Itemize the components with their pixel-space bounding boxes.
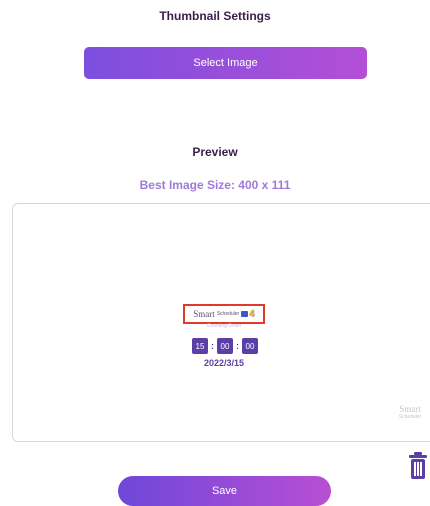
select-image-button[interactable]: Select Image: [84, 47, 367, 79]
logo-subtitle: Counting Down: [206, 323, 242, 329]
timer-hours: 15: [192, 338, 208, 354]
countdown-date: 2022/3/15: [203, 358, 245, 368]
watermark-logo: Smart Scheduler: [393, 404, 427, 432]
logo-image: Smart Scheduler 4: [183, 304, 265, 324]
page-title: Thumbnail Settings: [159, 9, 271, 23]
countdown-timer: 15 : 00 : 00: [192, 337, 258, 355]
timer-separator: :: [236, 341, 239, 351]
watermark-word: Smart: [399, 404, 421, 414]
logo-number: 4: [249, 308, 255, 320]
trash-icon-graphic: [409, 452, 427, 479]
timer-minutes: 00: [217, 338, 233, 354]
calendar-icon: [241, 311, 249, 317]
save-button[interactable]: Save: [118, 476, 331, 506]
timer-seconds: 00: [242, 338, 258, 354]
timer-separator: :: [211, 341, 214, 351]
trash-icon[interactable]: [408, 451, 428, 481]
logo-word: Smart: [193, 309, 215, 319]
watermark-small-text: Scheduler: [398, 414, 422, 420]
preview-heading: Preview: [192, 145, 238, 159]
logo-small-text: Scheduler: [216, 311, 240, 317]
best-image-size-label: Best Image Size: 400 x 111: [139, 178, 291, 192]
